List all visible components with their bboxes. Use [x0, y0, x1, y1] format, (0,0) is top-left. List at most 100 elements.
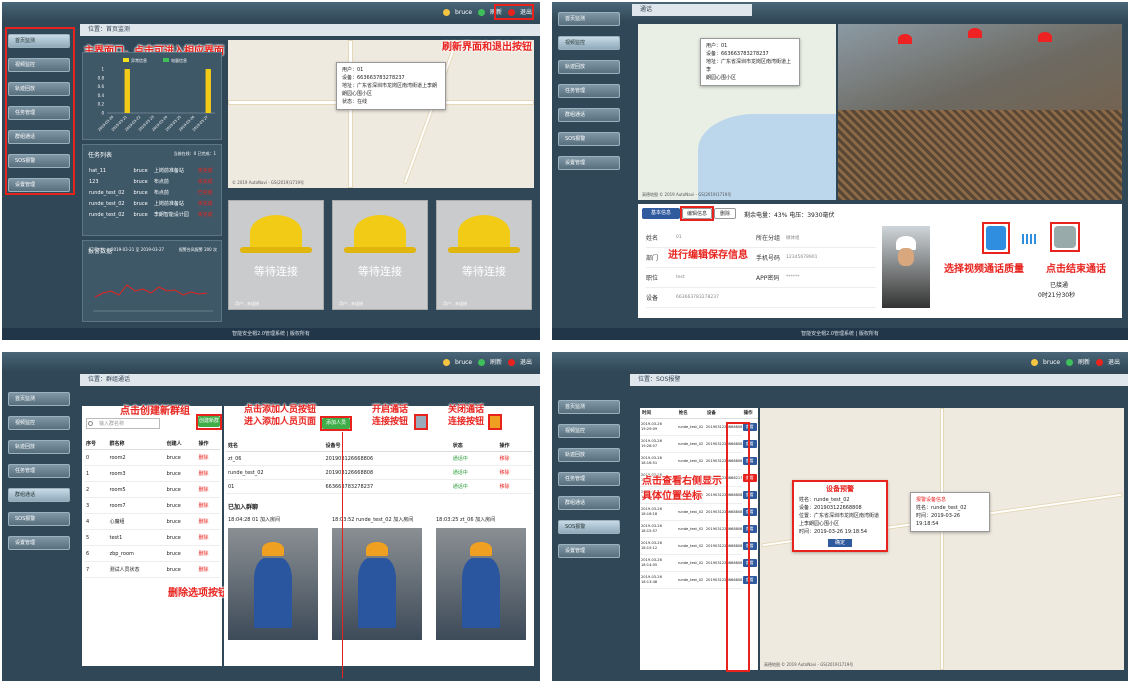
delete-button[interactable]: 删除: [714, 208, 736, 219]
alarm-device: 设备：201903122668808: [799, 505, 862, 511]
menu-item-task[interactable]: 任务管理: [8, 464, 70, 478]
menu-item-settings[interactable]: 设置管理: [8, 536, 70, 550]
menu-item-settings[interactable]: 设置管理: [558, 156, 620, 170]
refresh-button[interactable]: 刷新: [490, 359, 502, 366]
task-list-panel: 任务列表 当前在线：0 已完成：1 hat_11 bruce 上岗前准备站 未完成 12…: [82, 144, 222, 236]
map-copyright: 高德地图 © 2019 AutoNavi - GS(2019)1719号: [642, 192, 732, 197]
map-road: [940, 408, 944, 670]
breadcrumb: 位置：SOS报警: [630, 374, 1128, 386]
annotation-close: 关闭通话 连接按钮: [448, 405, 485, 427]
menu-item-group[interactable]: 群组通话: [558, 108, 620, 122]
task-row[interactable]: runde_test_02 bruce 布点前 已完成: [87, 187, 217, 198]
menu-item-sos[interactable]: SOS报警: [8, 512, 70, 526]
group-list-panel: 输入群名称 创建新群 序号 群名称 创建人 操作 0 room2 bruce 删除 1 room3…: [82, 406, 222, 666]
close-call-icon[interactable]: [488, 414, 502, 430]
map-copyright: © 2019 AutoNavi - GS(2019)1719号: [232, 180, 305, 185]
info-label: 设备: [646, 295, 659, 302]
group-row[interactable]: 1 room3 bruce 删除: [84, 465, 220, 482]
group-delete-button[interactable]: 删除: [196, 497, 220, 514]
refresh-button[interactable]: 刷新: [1078, 359, 1090, 366]
task-row[interactable]: 123 bruce 布点前 未完成: [87, 176, 217, 187]
menu-item-sos[interactable]: SOS报警: [558, 132, 620, 146]
member-remove-button[interactable]: 移除: [497, 479, 532, 494]
menu-item-track[interactable]: 轨迹回放: [8, 440, 70, 454]
popup-line: 姓名：runde_test_02: [916, 505, 967, 511]
menu-item-video[interactable]: 视频监控: [558, 424, 620, 438]
helmet-video-1[interactable]: 等待连接 用户：未连接: [228, 200, 324, 310]
group-detail-panel: 添加人员 姓名 设备号 状态 操作 zt_06 201903126668806 通话中 移除 r…: [224, 406, 534, 666]
exit-button[interactable]: 退出: [520, 359, 532, 366]
sos-map[interactable]: 设备预警 姓名：runde_test_02 设备：201903122668808…: [760, 408, 1124, 670]
menu-item-video[interactable]: 视频监控: [8, 416, 70, 430]
sos-cell: runde_test_02: [676, 418, 705, 436]
group-delete-button[interactable]: 删除: [196, 465, 220, 482]
menu-item-track[interactable]: 轨迹回放: [558, 448, 620, 462]
task-cell: 上岗前准备站: [153, 201, 184, 207]
legend-label: 异常信息: [131, 57, 147, 63]
group-cell: bruce: [164, 513, 197, 530]
group-delete-button[interactable]: 删除: [196, 481, 220, 498]
menu-item-home[interactable]: 首页监测: [558, 400, 620, 414]
location-map[interactable]: 用户：01 设备：663663783278237 地址：广东省深圳市龙岗区南湾街…: [228, 40, 534, 188]
group-cell: 测试人员状态: [107, 561, 165, 578]
user-icon: [443, 9, 451, 16]
task-row[interactable]: hat_11 bruce 上岗前准备站 未完成: [87, 165, 217, 176]
member-row[interactable]: 01 663663783278237 通话中 移除: [226, 479, 532, 494]
group-row[interactable]: 3 room7 bruce 删除: [84, 497, 220, 514]
group-cell: 2: [84, 481, 108, 498]
group-delete-button[interactable]: 删除: [196, 449, 220, 466]
group-delete-button[interactable]: 删除: [196, 529, 220, 546]
menu-item-task[interactable]: 任务管理: [558, 84, 620, 98]
alarm-line-chart: [93, 284, 213, 312]
group-row[interactable]: 2 room5 bruce 删除: [84, 481, 220, 498]
member-row[interactable]: zt_06 201903126668806 通话中 移除: [226, 451, 532, 466]
exit-icon[interactable]: [507, 359, 515, 366]
task-row[interactable]: runde_test_02 bruce 上岗前准备站 未完成: [87, 198, 217, 209]
joined-action: 加入房间: [475, 517, 496, 523]
member-remove-button[interactable]: 移除: [497, 451, 532, 466]
refresh-icon[interactable]: [1066, 359, 1074, 366]
sidebar-menu: 首页监测 视频监控 轨迹回放 任务管理 群组通话 SOS报警 设置管理: [558, 12, 620, 180]
exit-icon[interactable]: [1095, 359, 1103, 366]
helmet-video-3[interactable]: 等待连接 用户：未连接: [436, 200, 532, 310]
menu-item-sos[interactable]: SOS报警: [558, 520, 620, 534]
annotation-line: [342, 432, 343, 678]
y-tick-label: 0.4: [98, 93, 105, 98]
group-table: 序号 群名称 创建人 操作 0 room2 bruce 删除 1 room3 bruce 删除 2 roo…: [84, 438, 220, 578]
menu-item-settings[interactable]: 设置管理: [558, 544, 620, 558]
menu-item-task[interactable]: 任务管理: [558, 472, 620, 486]
menu-item-home[interactable]: 首页监测: [558, 12, 620, 26]
annotation-delete: 删除选项按钮: [168, 588, 228, 599]
alarm-ok-button[interactable]: 确定: [828, 539, 852, 547]
member-remove-button[interactable]: 移除: [497, 465, 532, 480]
refresh-icon[interactable]: [478, 359, 486, 366]
location-map[interactable]: 用户：01 设备：663663783278237 地址：广东省深圳市龙岗区南湾街…: [638, 24, 836, 200]
menu-item-video[interactable]: 视频监控: [558, 36, 620, 50]
group-delete-button[interactable]: 删除: [196, 561, 220, 578]
open-call-icon[interactable]: [414, 414, 428, 430]
annotation-add: 点击添加人员按钮 进入添加人员页面: [244, 405, 317, 427]
group-delete-button[interactable]: 删除: [196, 513, 220, 530]
group-search-input[interactable]: 输入群名称: [86, 418, 160, 429]
menu-item-home[interactable]: 首页监测: [8, 392, 70, 406]
tab-basic-info[interactable]: 基本信息: [642, 208, 680, 219]
info-label: 所在分组: [756, 235, 781, 242]
menu-item-track[interactable]: 轨迹回放: [558, 60, 620, 74]
group-row[interactable]: 5 test1 bruce 删除: [84, 529, 220, 546]
member-row[interactable]: runde_test_02 201903126668808 通话中 移除: [226, 465, 532, 480]
refresh-icon[interactable]: [478, 9, 486, 16]
group-row[interactable]: 7 测试人员状态 bruce 删除: [84, 561, 220, 578]
task-row[interactable]: runde_test_02 bruce 李朗智能设计园 未完成: [87, 209, 217, 220]
group-delete-button[interactable]: 删除: [196, 545, 220, 562]
y-tick-label: 0: [101, 111, 104, 116]
menu-item-group[interactable]: 群组通话: [8, 488, 70, 502]
exit-button[interactable]: 退出: [1108, 359, 1120, 366]
group-row[interactable]: 4 心魔组 bruce 删除: [84, 513, 220, 530]
video-feed: [838, 24, 1122, 200]
helmet-video-2[interactable]: 等待连接 用户：未连接: [332, 200, 428, 310]
group-row[interactable]: 6 zbp_room bruce 删除: [84, 545, 220, 562]
menu-item-group[interactable]: 群组通话: [558, 496, 620, 510]
task-cell: bruce: [133, 211, 148, 218]
helmet-user: 用户：未连接: [339, 301, 363, 306]
group-row[interactable]: 0 room2 bruce 删除: [84, 449, 220, 466]
